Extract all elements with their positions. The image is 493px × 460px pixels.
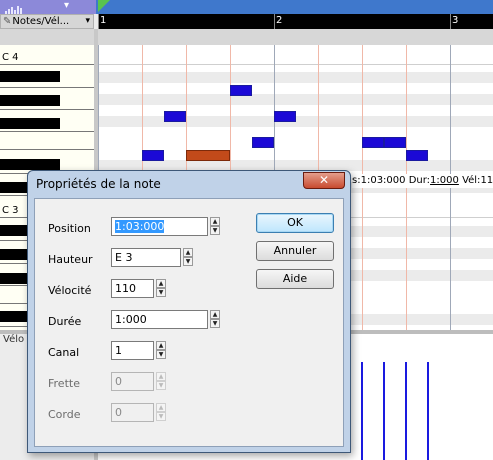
spin-down-icon[interactable]: ▼ [183,257,193,266]
grid-row-shade [98,94,493,105]
midi-note[interactable] [230,85,252,96]
toolbar-spacer [0,29,493,45]
spin-down-icon[interactable]: ▼ [156,288,166,297]
spin-up-icon: ▲ [156,403,166,412]
pencil-icon: ✎ [3,16,12,27]
fret-label: Frette [48,377,80,390]
note-info-velocity: 110 [480,175,493,186]
note-info-dur-label: Dur: [408,175,431,186]
octave-label-c3: C 3 [2,205,19,216]
note-properties-dialog: Propriétés de la note ✕ Position 1:03:00… [27,170,351,453]
velocity-field[interactable]: 110 [111,279,154,298]
duration-spinner[interactable]: ▲ ▼ [210,310,220,329]
spin-down-icon[interactable]: ▼ [210,226,220,235]
black-key[interactable] [0,71,60,82]
selected-midi-note[interactable] [186,150,230,161]
spin-up-icon: ▲ [156,372,166,381]
tool-palette[interactable]: ▾ [0,0,96,15]
spin-up-icon[interactable]: ▲ [183,248,193,257]
note-info-duration: 1:000 [430,175,459,186]
midi-note[interactable] [142,150,164,161]
grid-row-shade [98,72,493,83]
ruler-tick [450,14,451,29]
octave-label-c4: C 4 [2,52,19,63]
note-view-selector[interactable]: ✎Notes/Vél... ▾ [0,14,94,29]
ruler-tick [274,14,275,29]
cancel-button[interactable]: Annuler [256,241,334,261]
spin-down-icon: ▼ [156,381,166,390]
pitch-spinner[interactable]: ▲ ▼ [183,248,193,267]
black-key[interactable] [0,118,60,129]
white-key-line [0,87,94,88]
time-ruler[interactable]: 1 2 3 [98,14,493,29]
velocity-bar[interactable] [383,362,385,460]
c4-line [0,64,94,65]
dialog-body: Position 1:03:000 ▲ ▼ Hauteur E 3 ▲ ▼ Vélo… [34,198,344,447]
velocity-spinner[interactable]: ▲ ▼ [156,279,166,298]
duration-field[interactable]: 1:000 [111,310,208,329]
pitch-field[interactable]: E 3 [111,248,181,267]
midi-note[interactable] [406,150,428,161]
midi-note[interactable] [362,137,384,148]
velocity-bar[interactable] [361,362,363,460]
white-key-line [0,109,94,110]
chevron-down-icon[interactable]: ▾ [85,15,90,28]
ruler-bar-3: 3 [452,15,459,26]
note-info-readout: s:1:03:000 Dur:1:000 Vél:110 [352,174,493,188]
note-view-label: Notes/Vél... [12,16,70,27]
note-info-vel-label: Vél: [462,175,481,186]
note-info-prefix: s: [352,175,361,186]
midi-note[interactable] [274,111,296,122]
help-button[interactable]: Aide [256,269,334,289]
midi-note[interactable] [384,137,406,148]
spin-up-icon[interactable]: ▲ [210,310,220,319]
grid-line [98,64,493,65]
ruler-bar-2: 2 [276,15,283,26]
velocity-bar[interactable] [405,362,407,460]
spin-down-icon: ▼ [156,412,166,421]
note-info-position: 1:03:000 [360,175,406,186]
ruler-tick [98,14,99,29]
spin-down-icon[interactable]: ▼ [156,350,166,359]
close-button[interactable]: ✕ [303,172,345,189]
fret-field: 0 [111,372,154,391]
position-label: Position [48,222,91,235]
string-field: 0 [111,403,154,422]
black-key[interactable] [0,159,60,170]
string-spinner: ▲ ▼ [156,403,166,422]
playhead-marker[interactable] [98,0,110,12]
spin-up-icon[interactable]: ▲ [156,341,166,350]
chevron-down-icon[interactable]: ▾ [64,0,69,11]
channel-label: Canal [48,346,80,359]
velocity-bar[interactable] [427,362,429,460]
channel-spinner[interactable]: ▲ ▼ [156,341,166,360]
channel-field[interactable]: 1 [111,341,154,360]
position-field[interactable]: 1:03:000 [111,217,208,236]
fret-spinner: ▲ ▼ [156,372,166,391]
velocity-label-field: Vélocité [48,284,92,297]
black-key[interactable] [0,95,60,106]
velocity-label: Vélo [3,334,25,345]
close-icon: ✕ [318,173,330,187]
string-label: Corde [48,408,81,421]
position-spinner[interactable]: ▲ ▼ [210,217,220,236]
midi-note[interactable] [164,111,186,122]
duration-label: Durée [48,315,82,328]
ok-button[interactable]: OK [256,213,334,233]
ruler-bar-1: 1 [100,15,107,26]
spin-down-icon[interactable]: ▼ [210,319,220,328]
white-key-line [0,131,94,132]
pitch-label: Hauteur [48,253,93,266]
spin-up-icon[interactable]: ▲ [156,279,166,288]
midi-note[interactable] [252,137,274,148]
spin-up-icon[interactable]: ▲ [210,217,220,226]
white-key-line [0,149,94,150]
dialog-title: Propriétés de la note [36,177,161,191]
